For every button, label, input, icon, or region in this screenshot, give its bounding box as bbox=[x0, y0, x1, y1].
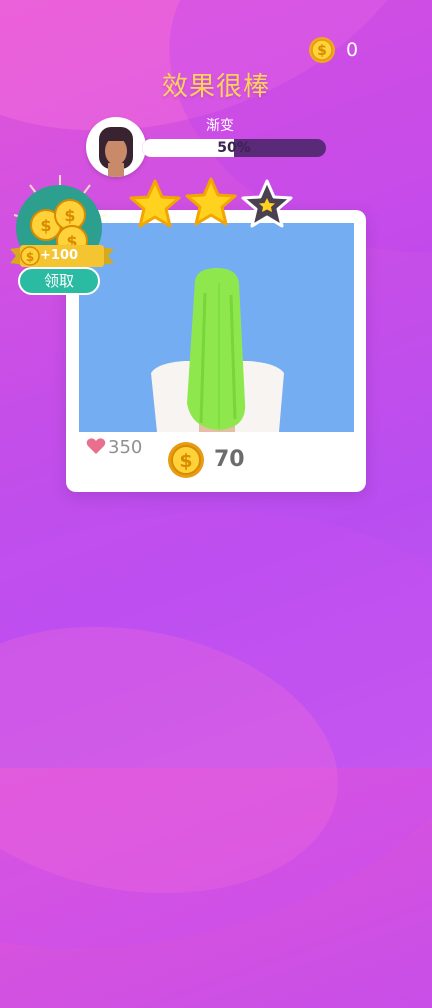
svg-text:$: $ bbox=[317, 43, 327, 59]
background-wave bbox=[0, 595, 360, 925]
star-empty-icon bbox=[241, 179, 293, 228]
claim-button[interactable]: 领取 bbox=[18, 267, 100, 295]
background-wave bbox=[0, 451, 432, 1008]
currency-amount: 0 bbox=[346, 39, 359, 61]
progress-label: 渐变 bbox=[206, 118, 234, 134]
svg-text:$: $ bbox=[26, 250, 34, 264]
svg-text:$: $ bbox=[64, 206, 75, 225]
heart-icon bbox=[86, 438, 106, 454]
reward-coins: 70 bbox=[214, 447, 245, 472]
bonus-widget[interactable]: $ $ $ $ +100 领取 bbox=[10, 175, 114, 300]
star-filled-icon bbox=[129, 179, 181, 228]
star-filled-icon bbox=[185, 177, 237, 226]
rating-stars bbox=[128, 177, 294, 236]
bonus-amount: +100 bbox=[40, 248, 79, 263]
result-title: 效果很棒 bbox=[161, 72, 270, 102]
customer-avatar bbox=[86, 117, 146, 177]
result-photo bbox=[79, 223, 354, 432]
dollar-coin-icon: $ bbox=[309, 37, 335, 63]
svg-text:$: $ bbox=[179, 450, 192, 472]
dollar-coin-icon: $ bbox=[168, 442, 204, 478]
svg-text:$: $ bbox=[40, 216, 51, 235]
likes-count: 350 bbox=[108, 437, 143, 458]
progress-percent: 50% bbox=[217, 140, 251, 156]
